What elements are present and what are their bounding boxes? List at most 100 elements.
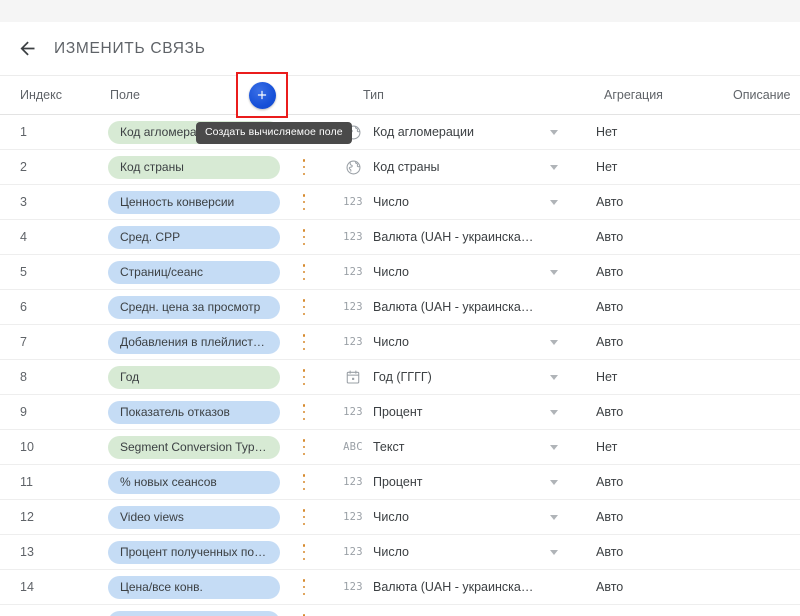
- metric-field-chip[interactable]: Средн. цена за просмотр: [108, 295, 280, 319]
- row-aggregation-cell[interactable]: Авто: [588, 263, 733, 281]
- dimension-field-chip[interactable]: Год: [108, 365, 280, 389]
- row-aggregation-cell[interactable]: Авто: [588, 403, 733, 421]
- plus-icon: [257, 90, 267, 100]
- row-index-cell: 2: [0, 158, 100, 176]
- row-aggregation-cell[interactable]: Авто: [588, 508, 733, 526]
- edit-connection-page: ИЗМЕНИТЬ СВЯЗЬ Индекс Поле Тип Агрегация…: [0, 0, 800, 616]
- aggregation-value: Авто: [596, 335, 624, 349]
- row-field-cell: Код страны: [100, 155, 280, 179]
- field-type-label[interactable]: Валюта (UAH - украинская ...: [373, 230, 541, 244]
- more-vert-icon[interactable]: [296, 403, 312, 421]
- more-vert-icon[interactable]: [296, 543, 312, 561]
- aggregation-value: Нет: [596, 370, 618, 384]
- row-aggregation-cell[interactable]: Нет: [588, 368, 733, 386]
- more-vert-icon[interactable]: [296, 368, 312, 386]
- chevron-down-icon[interactable]: [541, 269, 567, 275]
- aggregation-value: Авто: [596, 405, 624, 419]
- field-type-label[interactable]: Число: [373, 510, 541, 524]
- field-type-label[interactable]: Процент: [373, 405, 541, 419]
- row-menu-cell: [275, 508, 333, 526]
- row-field-cell: Добавления в плейлист…: [100, 330, 280, 354]
- field-type-label[interactable]: Число: [373, 545, 541, 559]
- row-aggregation-cell[interactable]: Нет: [588, 438, 733, 456]
- more-vert-icon[interactable]: [296, 333, 312, 351]
- aggregation-value: Авто: [596, 510, 624, 524]
- row-menu-cell: [275, 333, 333, 351]
- dimension-field-chip[interactable]: Segment Conversion Type…: [108, 435, 280, 459]
- metric-field-chip[interactable]: Добавления в плейлист…: [108, 330, 280, 354]
- field-type-label[interactable]: Валюта (UAH - украинская ...: [373, 300, 541, 314]
- chevron-down-icon[interactable]: [541, 444, 567, 450]
- row-field-cell: Video views: [100, 505, 280, 529]
- more-vert-icon[interactable]: [296, 298, 312, 316]
- chevron-down-icon[interactable]: [541, 339, 567, 345]
- row-type-cell: ABC Текст: [333, 440, 588, 454]
- more-vert-icon[interactable]: [296, 228, 312, 246]
- chevron-down-icon[interactable]: [541, 374, 567, 380]
- more-vert-icon[interactable]: [296, 193, 312, 211]
- chevron-down-icon[interactable]: [541, 409, 567, 415]
- chevron-down-icon[interactable]: [541, 479, 567, 485]
- chevron-down-icon[interactable]: [541, 514, 567, 520]
- row-type-cell: 123 Число: [333, 545, 588, 559]
- row-menu-cell: [275, 368, 333, 386]
- table-row: 8 Год Год (ГГГГ) Нет: [0, 360, 800, 395]
- row-aggregation-cell[interactable]: Авто: [588, 543, 733, 561]
- row-type-cell: 123 Валюта (UAH - украинская ...: [333, 580, 588, 594]
- chevron-down-icon[interactable]: [541, 164, 567, 170]
- metric-field-chip[interactable]: Ценность конверсии: [108, 190, 280, 214]
- row-aggregation-cell[interactable]: Нет: [588, 158, 733, 176]
- row-aggregation-cell[interactable]: Нет: [588, 123, 733, 141]
- field-name-label: Segment Conversion Type…: [120, 440, 268, 454]
- row-index-value: 7: [20, 335, 27, 349]
- chevron-down-icon[interactable]: [541, 129, 567, 135]
- metric-field-chip[interactable]: Цена/все конв.: [108, 575, 280, 599]
- aggregation-value: Авто: [596, 230, 624, 244]
- metric-field-chip[interactable]: Сред. CPP: [108, 225, 280, 249]
- metric-field-chip[interactable]: Телефонные звонки: [108, 610, 280, 616]
- metric-field-chip[interactable]: Показатель отказов: [108, 400, 280, 424]
- row-menu-cell: [275, 228, 333, 246]
- row-menu-cell: [275, 158, 333, 176]
- field-name-label: % новых сеансов: [120, 475, 217, 489]
- row-field-cell: Сред. CPP: [100, 225, 280, 249]
- more-vert-icon[interactable]: [296, 578, 312, 596]
- metric-field-chip[interactable]: % новых сеансов: [108, 470, 280, 494]
- metric-field-chip[interactable]: Video views: [108, 505, 280, 529]
- table-row: 14 Цена/все конв. 123 Валюта (UAH - украинс…: [0, 570, 800, 605]
- field-type-label[interactable]: Процент: [373, 475, 541, 489]
- field-type-label[interactable]: Число: [373, 195, 541, 209]
- row-index-cell: 4: [0, 228, 100, 246]
- field-type-label[interactable]: Валюта (UAH - украинская ...: [373, 580, 541, 594]
- field-type-label[interactable]: Код страны: [373, 160, 541, 174]
- field-type-label[interactable]: Число: [373, 265, 541, 279]
- more-vert-icon[interactable]: [296, 473, 312, 491]
- row-aggregation-cell[interactable]: Авто: [588, 228, 733, 246]
- row-aggregation-cell[interactable]: Авто: [588, 298, 733, 316]
- row-aggregation-cell[interactable]: Авто: [588, 578, 733, 596]
- field-type-label[interactable]: Код агломерации: [373, 125, 541, 139]
- more-vert-icon[interactable]: [296, 438, 312, 456]
- more-vert-icon[interactable]: [296, 263, 312, 281]
- field-type-label[interactable]: Год (ГГГГ): [373, 370, 541, 384]
- add-calculated-field-button[interactable]: [248, 81, 276, 109]
- field-type-label[interactable]: Число: [373, 335, 541, 349]
- more-vert-icon[interactable]: [296, 158, 312, 176]
- more-vert-icon[interactable]: [296, 508, 312, 526]
- dimension-field-chip[interactable]: Код страны: [108, 155, 280, 179]
- row-aggregation-cell[interactable]: Авто: [588, 473, 733, 491]
- row-menu-cell: [275, 263, 333, 281]
- row-aggregation-cell[interactable]: Авто: [588, 333, 733, 351]
- abc-icon: ABC: [343, 441, 363, 453]
- arrow-left-icon[interactable]: [14, 36, 40, 62]
- chevron-down-icon[interactable]: [541, 549, 567, 555]
- row-menu-cell: [275, 298, 333, 316]
- row-aggregation-cell[interactable]: Авто: [588, 193, 733, 211]
- chevron-down-icon[interactable]: [541, 199, 567, 205]
- metric-field-chip[interactable]: Процент полученных по…: [108, 540, 280, 564]
- field-name-label: Год: [120, 370, 140, 384]
- field-type-label[interactable]: Текст: [373, 440, 541, 454]
- row-index-cell: 7: [0, 333, 100, 351]
- metric-field-chip[interactable]: Страниц/сеанс: [108, 260, 280, 284]
- add-field-highlight-box: [236, 72, 288, 118]
